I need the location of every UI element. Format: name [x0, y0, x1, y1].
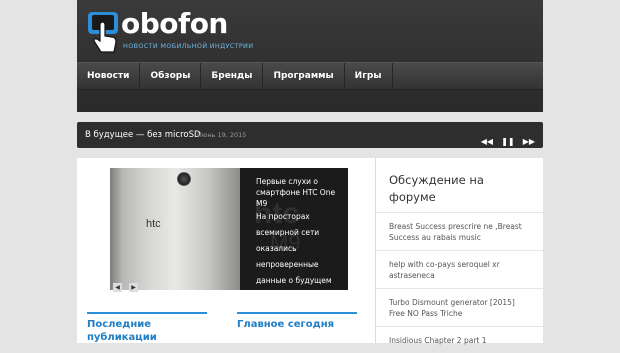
hand-phone-icon — [88, 12, 118, 53]
forum-topic[interactable]: Turbo Dismount generator [2015] Free NO … — [376, 288, 543, 326]
slide-excerpt: На просторах всемирной сети оказались не… — [256, 212, 332, 285]
sidebar-title: Обсуждение на форуме — [389, 173, 484, 204]
slide-title[interactable]: Первые слухи о смартфоне HTC One M9 — [256, 176, 344, 209]
main-content: htc ◀ ▶ htc M9 Первые слухи о смартфоне … — [77, 158, 376, 343]
phone-edge — [110, 168, 122, 290]
site-header: obofon НОВОСТИ МОБИЛЬНОЙ ИНДУСТРИИ Новос… — [77, 0, 543, 112]
forum-topic[interactable]: Breast Success prescrire ne ,Breast Succ… — [376, 212, 543, 250]
latest-posts-heading[interactable]: Последние публикации — [87, 312, 207, 344]
ticker-controls: ◀◀ ❚❚ ▶▶ — [478, 129, 535, 146]
ticker-headline[interactable]: В будущее — без microSD — [85, 122, 201, 148]
featured-slider[interactable]: htc ◀ ▶ htc M9 Первые слухи о смартфоне … — [110, 168, 348, 293]
nav-item-news[interactable]: Новости — [77, 63, 141, 89]
slide-image[interactable]: htc ◀ ▶ — [110, 168, 240, 293]
logo-wordmark: obofon — [121, 7, 228, 40]
forum-topic[interactable]: Insidious Chapter 2 part 1 — [376, 326, 543, 353]
forum-sidebar: Обсуждение на форуме Breast Success pres… — [376, 158, 543, 345]
slide-prev-button[interactable]: ◀ — [113, 283, 122, 292]
slide-next-button[interactable]: ▶ — [129, 283, 139, 292]
nav-item-games[interactable]: Игры — [345, 63, 393, 89]
logo-tagline: НОВОСТИ МОБИЛЬНОЙ ИНДУСТРИИ — [123, 42, 254, 50]
ticker-next-button[interactable]: ▶▶ — [523, 137, 535, 146]
ticker-date: Июнь 19, 2015 — [197, 131, 247, 139]
phone-brand-logo: htc — [146, 218, 161, 230]
forum-list: Breast Success prescrire ne ,Breast Succ… — [376, 212, 543, 353]
nav-item-reviews[interactable]: Обзоры — [140, 63, 202, 89]
news-ticker: В будущее — без microSD Июнь 19, 2015 ◀◀… — [77, 122, 543, 148]
ticker-pause-button[interactable]: ❚❚ — [501, 137, 514, 146]
ticker-prev-button[interactable]: ◀◀ — [481, 137, 493, 146]
camera-lens — [177, 172, 191, 186]
main-nav: Новости Обзоры Бренды Программы Игры — [77, 62, 543, 90]
site-logo[interactable]: obofon НОВОСТИ МОБИЛЬНОЙ ИНДУСТРИИ — [87, 5, 253, 57]
main-today-heading[interactable]: Главное сегодня — [237, 312, 357, 331]
slide-nav: ◀ ▶ — [113, 274, 140, 293]
nav-item-programs[interactable]: Программы — [263, 63, 345, 89]
nav-item-brands[interactable]: Бренды — [201, 63, 264, 89]
page: obofon НОВОСТИ МОБИЛЬНОЙ ИНДУСТРИИ Новос… — [77, 0, 543, 345]
slide-caption: htc M9 Первые слухи о смартфоне HTC One … — [240, 168, 348, 290]
forum-topic[interactable]: help with co-pays seroquel xr astrasenec… — [376, 250, 543, 288]
